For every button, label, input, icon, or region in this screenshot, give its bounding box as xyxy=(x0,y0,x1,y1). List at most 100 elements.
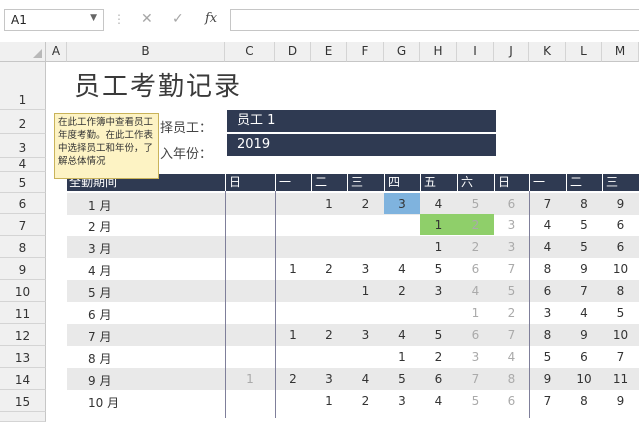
employee-select[interactable]: 员工 1 xyxy=(227,110,496,132)
day-cell[interactable]: 3 xyxy=(420,284,457,298)
day-cell[interactable]: 9 xyxy=(529,372,566,386)
day-cell[interactable]: 8 xyxy=(566,197,602,211)
day-cell[interactable]: 6 xyxy=(602,218,639,232)
day-cell[interactable]: 2 xyxy=(347,197,384,211)
day-cell[interactable]: 2 xyxy=(311,328,347,342)
column-header-m[interactable]: M xyxy=(602,42,639,62)
cancel-icon[interactable]: ✕ xyxy=(141,11,153,27)
column-header-k[interactable]: K xyxy=(529,42,566,62)
day-cell[interactable]: 1 xyxy=(457,306,494,320)
day-cell[interactable]: 9 xyxy=(602,197,639,211)
day-cell[interactable]: 2 xyxy=(347,394,384,408)
day-cell[interactable]: 3 xyxy=(494,218,529,232)
day-cell[interactable]: 7 xyxy=(529,394,566,408)
day-cell[interactable]: 2 xyxy=(275,372,311,386)
day-cell[interactable]: 2 xyxy=(420,350,457,364)
day-cell[interactable]: 9 xyxy=(602,394,639,408)
day-cell[interactable]: 6 xyxy=(457,262,494,276)
day-cell[interactable]: 1 xyxy=(420,218,457,232)
day-cell[interactable]: 7 xyxy=(494,262,529,276)
day-cell[interactable]: 2 xyxy=(311,262,347,276)
day-cell[interactable]: 8 xyxy=(494,372,529,386)
day-cell[interactable]: 4 xyxy=(420,394,457,408)
day-cell[interactable]: 6 xyxy=(494,197,529,211)
day-cell[interactable]: 6 xyxy=(420,372,457,386)
formula-input[interactable] xyxy=(230,9,639,31)
day-cell[interactable]: 5 xyxy=(602,306,639,320)
day-cell[interactable]: 7 xyxy=(602,350,639,364)
day-cell[interactable]: 2 xyxy=(457,240,494,254)
day-cell[interactable]: 9 xyxy=(566,262,602,276)
day-cell[interactable]: 4 xyxy=(384,328,420,342)
confirm-icon[interactable]: ✓ xyxy=(172,11,184,27)
day-cell[interactable]: 5 xyxy=(384,372,420,386)
day-cell[interactable]: 7 xyxy=(566,284,602,298)
day-cell[interactable]: 5 xyxy=(420,262,457,276)
column-header-g[interactable]: G xyxy=(384,42,420,62)
row-header-1[interactable]: 1 xyxy=(0,62,46,110)
day-cell[interactable]: 4 xyxy=(566,306,602,320)
row-header-8[interactable]: 8 xyxy=(0,236,46,258)
row-header-4[interactable]: 4 xyxy=(0,157,46,172)
day-cell[interactable]: 3 xyxy=(529,306,566,320)
column-header-b[interactable]: B xyxy=(67,42,225,62)
day-cell[interactable]: 9 xyxy=(566,328,602,342)
day-cell[interactable]: 5 xyxy=(529,350,566,364)
day-cell[interactable]: 10 xyxy=(602,262,639,276)
day-cell[interactable]: 1 xyxy=(311,197,347,211)
day-cell[interactable]: 2 xyxy=(457,218,494,232)
day-cell[interactable]: 5 xyxy=(420,328,457,342)
insert-function-icon[interactable]: fx xyxy=(205,11,217,26)
column-header-l[interactable]: L xyxy=(566,42,602,62)
day-cell[interactable]: 5 xyxy=(457,197,494,211)
day-cell[interactable]: 7 xyxy=(494,328,529,342)
row-header-7[interactable]: 7 xyxy=(0,214,46,236)
day-cell[interactable]: 5 xyxy=(566,240,602,254)
name-box[interactable]: A1 ▼ xyxy=(4,9,104,31)
row-header-5[interactable]: 5 xyxy=(0,172,46,193)
column-header-d[interactable]: D xyxy=(275,42,311,62)
day-cell[interactable]: 7 xyxy=(529,197,566,211)
day-cell[interactable]: 2 xyxy=(494,306,529,320)
row-header-15[interactable]: 15 xyxy=(0,390,46,412)
day-cell[interactable]: 1 xyxy=(347,284,384,298)
day-cell[interactable]: 5 xyxy=(457,394,494,408)
row-header-10[interactable]: 10 xyxy=(0,280,46,302)
column-header-a[interactable]: A xyxy=(46,42,67,62)
day-cell[interactable]: 4 xyxy=(384,262,420,276)
day-cell[interactable]: 1 xyxy=(275,328,311,342)
column-header-j[interactable]: J xyxy=(494,42,529,62)
day-cell[interactable]: 6 xyxy=(529,284,566,298)
row-header-9[interactable]: 9 xyxy=(0,258,46,280)
day-cell[interactable]: 4 xyxy=(494,350,529,364)
day-cell[interactable]: 6 xyxy=(457,328,494,342)
day-cell[interactable]: 8 xyxy=(529,328,566,342)
column-header-f[interactable]: F xyxy=(347,42,384,62)
day-cell[interactable]: 5 xyxy=(566,218,602,232)
row-header-14[interactable]: 14 xyxy=(0,368,46,390)
day-cell[interactable]: 1 xyxy=(384,350,420,364)
day-cell[interactable]: 8 xyxy=(529,262,566,276)
chevron-down-icon[interactable]: ▼ xyxy=(90,13,97,23)
day-cell[interactable]: 1 xyxy=(225,372,275,386)
day-cell[interactable]: 1 xyxy=(311,394,347,408)
day-cell[interactable]: 7 xyxy=(457,372,494,386)
day-cell[interactable]: 1 xyxy=(275,262,311,276)
day-cell[interactable]: 6 xyxy=(602,240,639,254)
day-cell[interactable]: 5 xyxy=(494,284,529,298)
column-header-e[interactable]: E xyxy=(311,42,347,62)
year-input[interactable]: 2019 xyxy=(227,134,496,156)
row-header-6[interactable]: 6 xyxy=(0,193,46,214)
day-cell[interactable]: 3 xyxy=(347,328,384,342)
day-cell[interactable]: 3 xyxy=(311,372,347,386)
day-cell[interactable]: 6 xyxy=(566,350,602,364)
column-header-i[interactable]: I xyxy=(457,42,494,62)
day-cell[interactable]: 4 xyxy=(457,284,494,298)
row-header-13[interactable]: 13 xyxy=(0,346,46,368)
day-cell[interactable]: 3 xyxy=(494,240,529,254)
row-header-11[interactable]: 11 xyxy=(0,302,46,324)
day-cell[interactable]: 10 xyxy=(602,328,639,342)
day-cell[interactable]: 2 xyxy=(384,284,420,298)
row-header-2[interactable]: 2 xyxy=(0,110,46,134)
day-cell[interactable]: 4 xyxy=(529,240,566,254)
